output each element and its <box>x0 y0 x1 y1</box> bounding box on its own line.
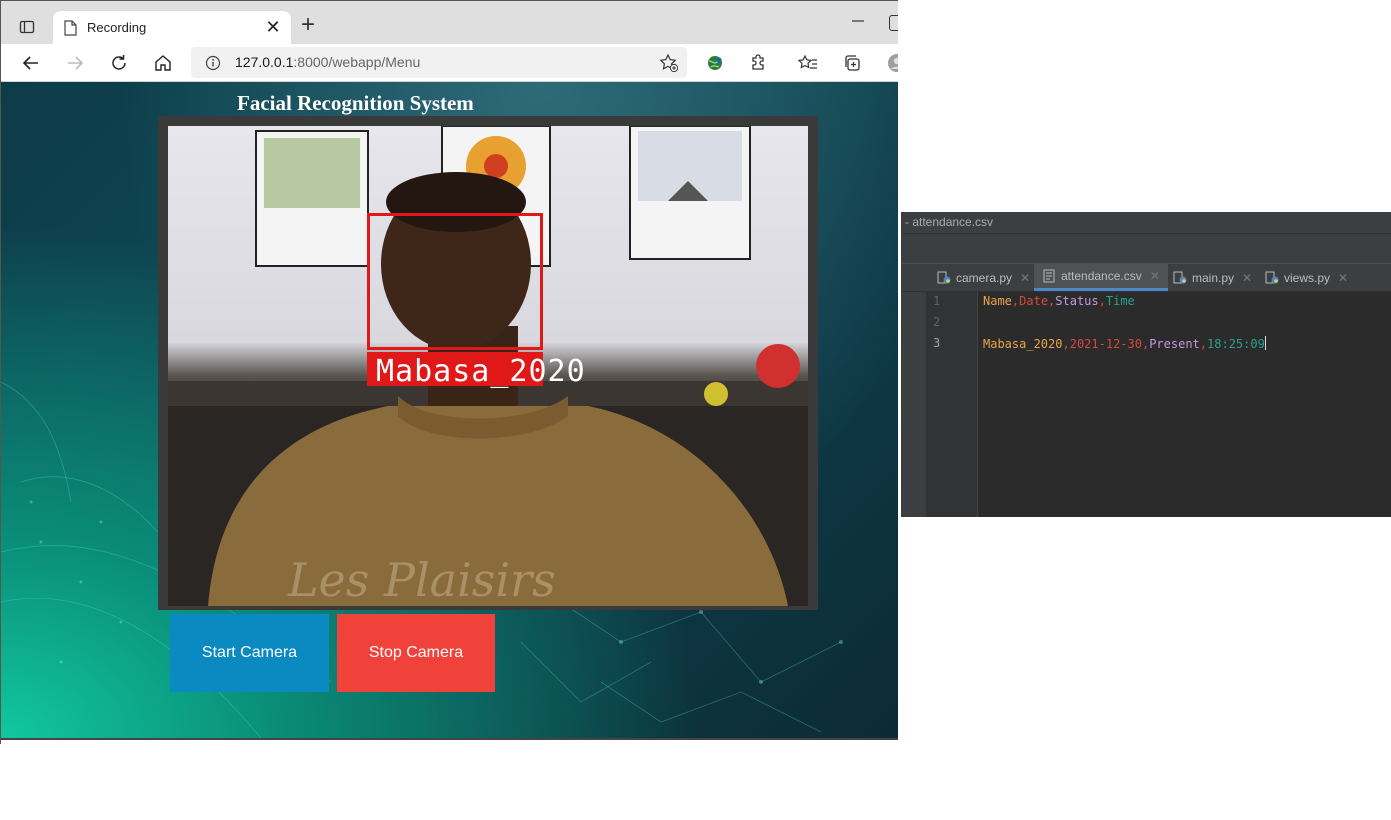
csv-separator: , <box>1098 294 1106 308</box>
csv-cell: Status <box>1055 294 1099 308</box>
csv-cell: Present <box>1149 337 1200 351</box>
site-info-icon[interactable] <box>205 55 221 76</box>
python-file-icon <box>937 271 951 285</box>
code-editor[interactable]: Name,Date,Status,Time Mabasa_2020,2021-1… <box>978 292 1391 517</box>
browser-toolbar: 127.0.0.1:8000/webapp/Menu <box>1 44 898 82</box>
text-file-icon <box>1042 269 1056 283</box>
csv-cell: Date <box>1019 294 1049 308</box>
csv-cell: 2021-12-30 <box>1069 337 1142 351</box>
new-tab-button[interactable]: + <box>297 13 319 37</box>
text-caret <box>1264 336 1266 350</box>
ide-tab-label: main.py <box>1192 270 1235 285</box>
extensions-icon[interactable] <box>747 51 771 75</box>
home-icon[interactable] <box>151 51 175 75</box>
ide-tab-bar: camera.py ✕ attendance.csv ✕ main.py ✕ v… <box>901 264 1391 292</box>
tab-recording[interactable]: Recording ✕ <box>53 11 291 45</box>
csv-separator: , <box>1062 337 1070 351</box>
favorites-icon[interactable] <box>796 51 820 75</box>
line-number: 2 <box>933 315 941 329</box>
video-frame: Les Plaisirs Mabasa_2020 <box>158 116 818 610</box>
maximize-icon[interactable] <box>889 15 898 31</box>
ide-window-title: - attendance.csv <box>905 215 994 229</box>
csv-separator: , <box>1199 337 1208 351</box>
collections-icon[interactable] <box>840 51 864 75</box>
tab-strip: Recording ✕ + <box>1 0 898 45</box>
svg-text:Les Plaisirs: Les Plaisirs <box>287 553 556 606</box>
refresh-icon[interactable] <box>107 51 131 75</box>
csv-cell: 18:25:09 <box>1207 337 1265 351</box>
recognized-name-label: Mabasa_2020 <box>376 354 586 389</box>
ide-window: - attendance.csv camera.py ✕ attendance.… <box>901 212 1391 517</box>
ide-tab-label: views.py <box>1284 270 1331 285</box>
close-tab-icon[interactable]: ✕ <box>1242 271 1252 285</box>
ide-toolbar <box>901 234 1391 264</box>
ide-tab-main-py[interactable]: main.py ✕ <box>1173 264 1252 291</box>
csv-data-line: Mabasa_2020,2021-12-30,Present,18:25:09 <box>983 336 1266 351</box>
profile-avatar-icon[interactable] <box>885 51 898 75</box>
ide-tab-label: camera.py <box>956 270 1013 285</box>
python-file-icon <box>1265 271 1279 285</box>
line-number: 1 <box>933 294 941 308</box>
camera-feed: Les Plaisirs Mabasa_2020 <box>168 126 808 606</box>
url-path: :8000/webapp/Menu <box>293 54 421 70</box>
url-host: 127.0.0.1 <box>235 54 294 70</box>
ide-tab-views-py[interactable]: views.py ✕ <box>1265 264 1348 291</box>
url-text: 127.0.0.1:8000/webapp/Menu <box>235 54 420 70</box>
ide-tab-camera-py[interactable]: camera.py ✕ <box>937 264 1030 291</box>
close-tab-icon[interactable]: ✕ <box>1020 271 1030 285</box>
csv-header-line: Name,Date,Status,Time <box>983 294 1135 308</box>
add-favorite-icon[interactable] <box>659 53 679 78</box>
webapp-page: Facial Recognition System Les Plaisirs M… <box>1 82 898 738</box>
browser-window: Recording ✕ + 127.0.0.1:8000/webapp/Menu <box>0 0 898 744</box>
page-bottom-border <box>1 738 898 744</box>
back-icon[interactable] <box>19 51 43 75</box>
csv-cell: Time <box>1105 294 1135 308</box>
extension-globe-icon[interactable] <box>703 51 727 75</box>
python-file-icon <box>1173 271 1187 285</box>
page-icon <box>63 20 77 41</box>
start-camera-button[interactable]: Start Camera <box>170 614 329 692</box>
ide-tab-label: attendance.csv <box>1061 269 1142 283</box>
tab-title: Recording <box>87 20 147 35</box>
page-title: Facial Recognition System <box>237 91 474 115</box>
csv-cell: Name <box>983 294 1012 308</box>
forward-icon[interactable] <box>63 51 87 75</box>
face-bounding-box <box>367 213 543 350</box>
close-tab-icon[interactable]: ✕ <box>1338 271 1348 285</box>
minimize-icon[interactable] <box>849 11 869 31</box>
close-tab-icon[interactable]: ✕ <box>1150 269 1160 283</box>
ide-side-panel <box>901 264 927 517</box>
csv-cell: Mabasa_2020 <box>983 337 1063 351</box>
stop-camera-button[interactable]: Stop Camera <box>337 614 495 692</box>
tab-actions-icon[interactable] <box>15 15 39 39</box>
ide-titlebar: - attendance.csv <box>901 212 1391 234</box>
close-tab-icon[interactable]: ✕ <box>263 17 283 37</box>
line-number: 3 <box>933 336 941 350</box>
ide-tab-attendance-csv[interactable]: attendance.csv ✕ <box>1034 264 1168 291</box>
line-number-gutter: 1 2 3 <box>927 292 978 517</box>
address-bar[interactable]: 127.0.0.1:8000/webapp/Menu <box>191 47 687 78</box>
